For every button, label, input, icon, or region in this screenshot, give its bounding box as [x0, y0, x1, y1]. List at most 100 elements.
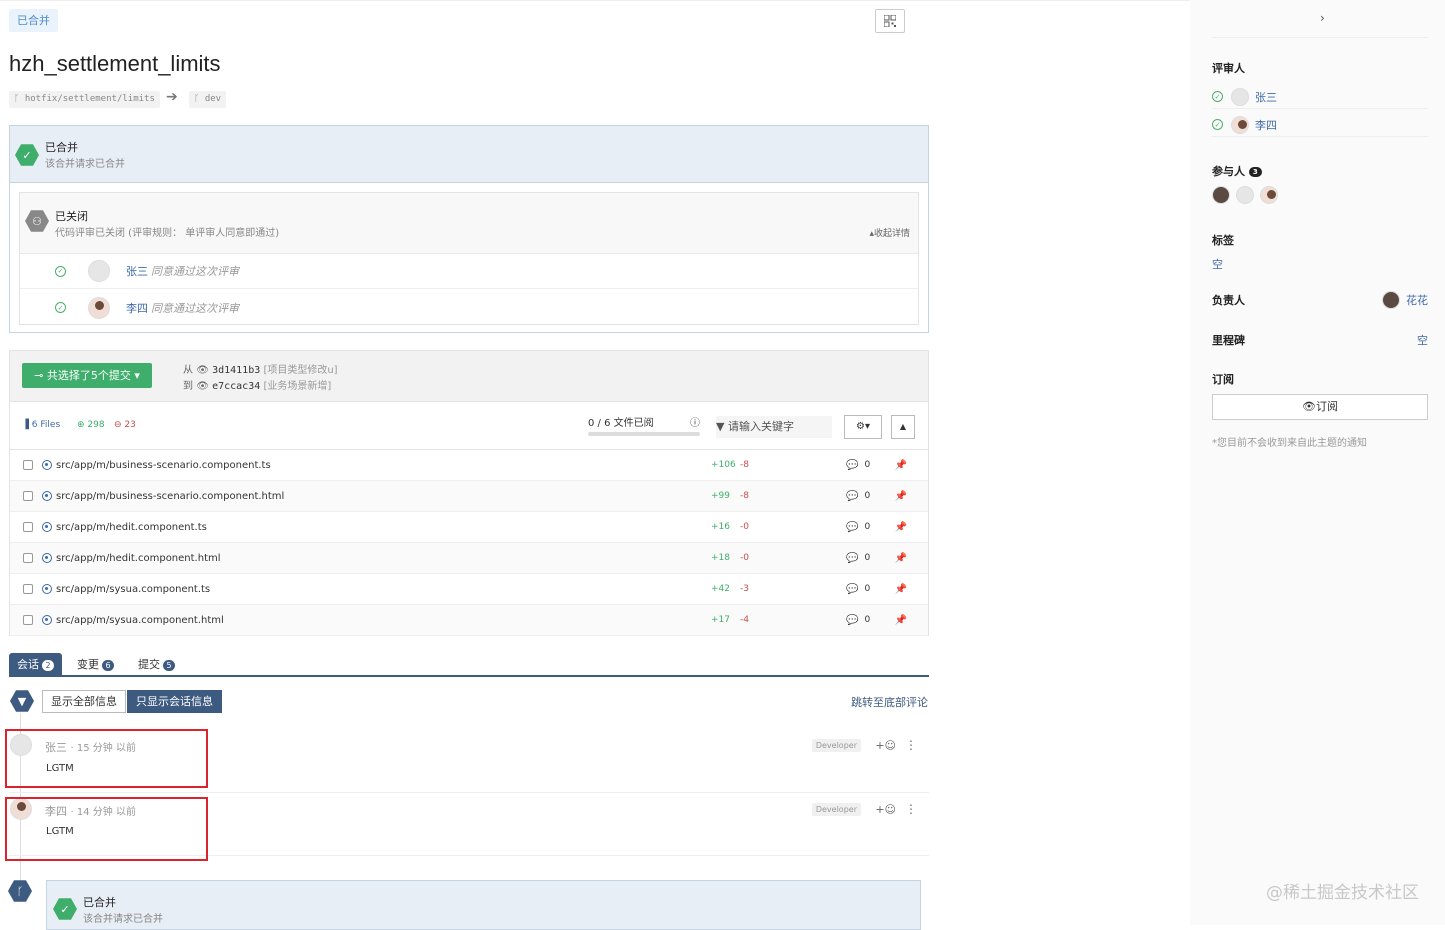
avatar: [1231, 115, 1249, 134]
file-checkbox[interactable]: [23, 460, 33, 470]
reviewer-note: 同意通过这次评审: [151, 265, 239, 278]
chevron-right-icon[interactable]: ›: [1320, 11, 1325, 25]
role-badge: Developer: [811, 803, 861, 816]
reviewer-name[interactable]: 张三: [126, 263, 148, 279]
file-row: src/app/m/sysua.component.ts +42 -3 💬 0 📌: [10, 574, 928, 605]
subscribe-label: 订阅: [1212, 373, 1234, 386]
avatar[interactable]: [1212, 186, 1230, 204]
select-commits-button[interactable]: ⊸ 共选择了5个提交 ▾: [22, 363, 152, 388]
reviewer-row: ✓ 李四 同意通过这次评审: [20, 290, 918, 325]
commit-hash[interactable]: e7ccac34: [212, 381, 260, 392]
merge-status-title: 已合并: [45, 141, 78, 154]
avatar[interactable]: [1260, 186, 1278, 204]
branch-icon: ᚴ: [14, 94, 25, 104]
file-deletions: -0: [740, 522, 749, 532]
pin-icon[interactable]: 📌: [894, 553, 906, 564]
assignee[interactable]: 花花: [1382, 291, 1428, 309]
pin-icon[interactable]: 📌: [894, 615, 906, 626]
file-status-icon: [42, 615, 52, 625]
tab-changes[interactable]: 变更 6: [69, 653, 122, 677]
sidebar: › 评审人 ✓ 张三 ✓ 李四 参与人 3 标签 空 负责人 花花 里程碑 空 …: [1190, 0, 1445, 925]
commit-icon: ⊸: [34, 369, 47, 382]
labels-label: 标签: [1212, 234, 1234, 247]
reviewer-name[interactable]: 李四: [126, 300, 148, 316]
progress-bar: [588, 432, 700, 436]
check-circle-icon: ✓: [1212, 91, 1223, 102]
file-deletions: -4: [740, 615, 749, 625]
file-checkbox[interactable]: [23, 615, 33, 625]
bottom-merge-box: ✓ 已合并 该合并请求已合并: [46, 880, 921, 930]
file-path[interactable]: src/app/m/business-scenario.component.ts: [56, 460, 711, 471]
merge-status-subtitle: 该合并请求已合并: [83, 914, 163, 925]
file-checkbox[interactable]: [23, 553, 33, 563]
additions-count: ⊕ 298: [77, 420, 105, 430]
arrow-right-icon: ➔: [166, 89, 178, 105]
pin-icon[interactable]: 📌: [894, 584, 906, 595]
participants-label: 参与人 3: [1212, 163, 1262, 179]
filter-input[interactable]: ▼ 请输入关键字: [716, 416, 832, 438]
deletions-count: ⊖ 23: [114, 420, 136, 430]
watermark: @稀土掘金技术社区: [1266, 883, 1419, 903]
jump-bottom-link[interactable]: 跳转至底部评论: [851, 694, 928, 710]
add-reaction-button[interactable]: +☺: [875, 739, 896, 752]
subscribe-note: *您目前不会收到来自此主题的通知: [1212, 438, 1367, 449]
file-path[interactable]: src/app/m/sysua.component.ts: [56, 584, 711, 595]
check-circle-icon: ✓: [55, 265, 66, 277]
file-comments-count: 0: [864, 491, 871, 501]
labels-value[interactable]: 空: [1212, 256, 1223, 272]
file-additions: +18: [711, 553, 730, 563]
tab-commits[interactable]: 提交 5: [130, 653, 183, 677]
file-row: src/app/m/sysua.component.html +17 -4 💬 0 📌: [10, 605, 928, 636]
avatar: [1382, 291, 1400, 309]
file-status-icon: [42, 522, 52, 532]
file-path[interactable]: src/app/m/business-scenario.component.ht…: [56, 491, 711, 502]
file-path[interactable]: src/app/m/hedit.component.ts: [56, 522, 711, 533]
qrcode-button[interactable]: [875, 9, 905, 33]
collapse-up-button[interactable]: ▲: [891, 415, 915, 439]
milestone-value[interactable]: 空: [1417, 332, 1428, 348]
file-additions: +17: [711, 615, 730, 625]
file-path[interactable]: src/app/m/sysua.component.html: [56, 615, 711, 626]
file-checkbox[interactable]: [23, 522, 33, 532]
pin-icon[interactable]: 📌: [894, 491, 906, 502]
file-additions: +16: [711, 522, 730, 532]
page-title: hzh_settlement_limits: [9, 51, 221, 76]
merge-status-title: 已合并: [83, 896, 116, 909]
info-icon: ⓘ: [690, 418, 700, 429]
settings-dropdown-button[interactable]: ⚙▾: [844, 415, 882, 439]
file-deletions: -8: [740, 491, 749, 501]
add-reaction-button[interactable]: +☺: [875, 803, 896, 816]
more-options-icon[interactable]: ⋮: [905, 738, 917, 752]
commit-hash[interactable]: 3d1411b3: [212, 365, 260, 376]
file-comments-count: 0: [864, 553, 871, 563]
avatar: [1231, 87, 1249, 106]
commit-box: ⊸ 共选择了5个提交 ▾ 从 👁 3d1411b3 [项目类型修改u] 到 👁 …: [9, 350, 929, 636]
pin-icon[interactable]: 📌: [894, 522, 906, 533]
file-checkbox[interactable]: [23, 584, 33, 594]
file-deletions: -8: [740, 460, 749, 470]
more-options-icon[interactable]: ⋮: [905, 802, 917, 816]
merge-status-box: ✓ 已合并 该合并请求已合并 ⚇ 已关闭 代码评审已关闭 (评审规则： 单评审人…: [9, 125, 929, 333]
avatar: [88, 260, 110, 282]
collapse-details-link[interactable]: ▴收起详情: [869, 226, 910, 239]
pin-icon[interactable]: 📌: [894, 460, 906, 471]
filter-icon: ▼: [716, 420, 725, 433]
subscribe-button[interactable]: 👁订阅: [1212, 394, 1428, 420]
show-comments-button[interactable]: 只显示会话信息: [127, 690, 222, 713]
plus-circle-icon: ⊕: [77, 420, 85, 430]
tab-conversations[interactable]: 会话 2: [9, 653, 62, 677]
comments-icon: 💬: [846, 552, 859, 564]
file-checkbox[interactable]: [23, 491, 33, 501]
check-icon: ✓: [53, 898, 77, 920]
eye-icon: 👁: [196, 365, 209, 376]
file-path[interactable]: src/app/m/hedit.component.html: [56, 553, 711, 564]
comments-icon: 💬: [846, 583, 859, 595]
role-badge: Developer: [811, 739, 861, 752]
eye-icon: 👁: [196, 381, 209, 392]
source-branch[interactable]: ᚴ hotfix/settlement/limits: [9, 91, 160, 108]
show-all-button[interactable]: 显示全部信息: [42, 690, 126, 713]
avatar[interactable]: [1236, 186, 1254, 204]
filter-icon: ▼: [10, 690, 34, 712]
file-additions: +99: [711, 491, 730, 501]
target-branch[interactable]: ᚴ dev: [189, 91, 227, 108]
